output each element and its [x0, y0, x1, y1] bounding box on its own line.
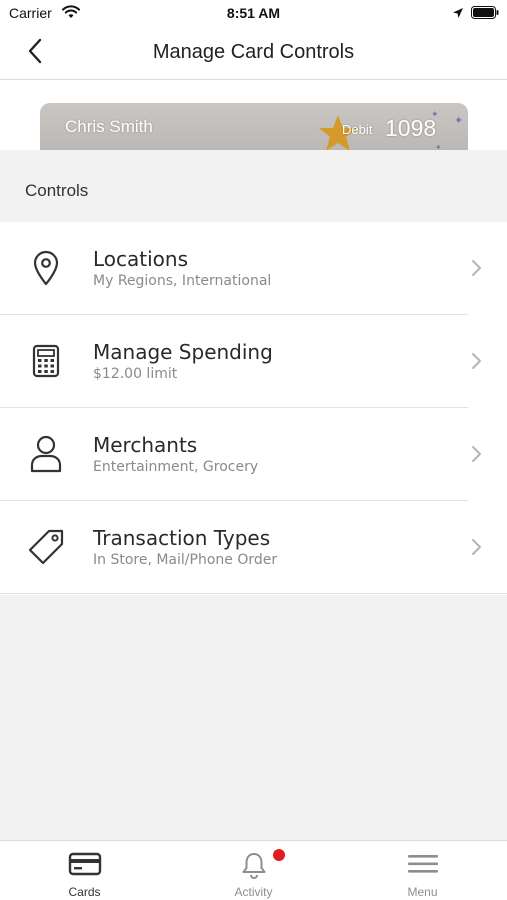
- tab-activity[interactable]: Activity: [169, 841, 338, 900]
- card-preview-area: Chris Smith Debit 1098 ✦ ✦ ✦: [0, 80, 507, 150]
- chevron-right-icon: [469, 537, 485, 557]
- row-divider: [0, 593, 507, 594]
- location-arrow-icon: [452, 6, 464, 24]
- nav-header: Manage Card Controls: [0, 28, 507, 80]
- tab-label: Activity: [234, 885, 273, 899]
- control-row-manage-spending[interactable]: Manage Spending $12.00 limit: [0, 315, 507, 408]
- battery-icon: [471, 6, 499, 24]
- control-title: Merchants: [93, 433, 198, 457]
- chevron-right-icon: [469, 444, 485, 464]
- control-title: Locations: [93, 247, 189, 271]
- tab-bar: Cards Activity Menu: [0, 840, 507, 900]
- tag-icon: [26, 527, 66, 567]
- sparkle-icon: ✦: [454, 115, 464, 127]
- tab-label: Cards: [68, 885, 101, 899]
- status-bar: Carrier 8:51 AM: [0, 0, 507, 28]
- controls-list: Locations My Regions, International Mana: [0, 222, 507, 595]
- location-pin-icon: [26, 248, 66, 288]
- chevron-right-icon: [469, 258, 485, 278]
- section-title: Controls: [25, 181, 89, 200]
- control-subtitle: $12.00 limit: [93, 366, 178, 382]
- card-holder-name: Chris Smith: [65, 117, 153, 136]
- tab-cards[interactable]: Cards: [0, 841, 169, 900]
- tab-label: Menu: [407, 885, 438, 899]
- sparkle-icon: ✦: [435, 143, 442, 150]
- card-last4: 1098: [385, 115, 437, 141]
- page-title: Manage Card Controls: [152, 41, 355, 63]
- sparkle-icon: ✦: [431, 109, 439, 119]
- debit-card[interactable]: Chris Smith Debit 1098 ✦ ✦ ✦: [40, 103, 468, 150]
- notification-badge: [273, 849, 285, 861]
- control-row-merchants[interactable]: Merchants Entertainment, Grocery: [0, 408, 507, 501]
- tab-menu[interactable]: Menu: [338, 841, 507, 900]
- chevron-right-icon: [469, 351, 485, 371]
- control-subtitle: My Regions, International: [93, 273, 272, 289]
- status-time: 8:51 AM: [226, 5, 281, 21]
- card-type-label: Debit: [342, 122, 373, 137]
- control-row-locations[interactable]: Locations My Regions, International: [0, 222, 507, 315]
- calculator-icon: [26, 341, 66, 381]
- control-row-transaction-types[interactable]: Transaction Types In Store, Mail/Phone O…: [0, 501, 507, 594]
- control-subtitle: In Store, Mail/Phone Order: [93, 552, 278, 568]
- hamburger-icon: [338, 851, 507, 879]
- controls-section-header: Controls: [0, 150, 507, 222]
- card-icon: [0, 851, 169, 879]
- control-title: Manage Spending: [93, 340, 273, 364]
- control-subtitle: Entertainment, Grocery: [93, 459, 259, 475]
- bell-icon: [169, 851, 338, 879]
- person-icon: [26, 434, 66, 474]
- control-title: Transaction Types: [93, 526, 271, 550]
